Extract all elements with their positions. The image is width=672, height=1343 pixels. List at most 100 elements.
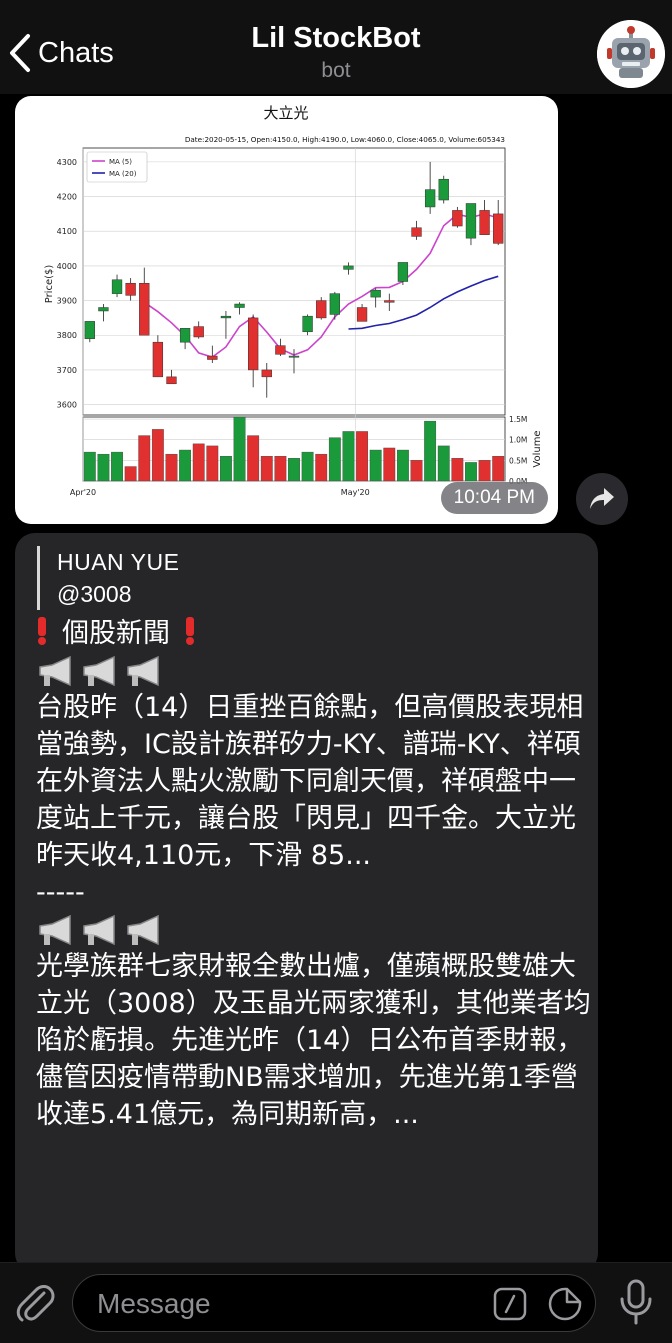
volume-bar (451, 458, 464, 482)
news-paragraph-2: 光學族群七家財報全數出爐，僅蘋概股雙雄大立光（3008）及玉晶光兩家獲利，其他業… (36, 951, 591, 1130)
date-tick-label: May'20 (341, 488, 370, 497)
candle-body (384, 300, 395, 303)
candle-body (329, 293, 340, 315)
volume-bar (301, 451, 314, 482)
candle-body (370, 289, 381, 298)
candle-body (84, 321, 95, 339)
megaphone-icon (39, 655, 71, 686)
candle-body (220, 315, 232, 319)
megaphone-row (36, 655, 162, 689)
candle-body (193, 326, 204, 338)
price-tick-label: 4300 (57, 158, 77, 167)
volume-bar (111, 451, 123, 482)
microphone-icon (620, 1279, 652, 1325)
volume-bar (492, 456, 505, 482)
price-axis-label: Price($) (44, 265, 55, 304)
share-button[interactable] (576, 473, 628, 525)
news-header-text: 個股新聞 (62, 618, 170, 649)
volume-bar (328, 437, 341, 482)
forward-handle: @3008 (57, 581, 132, 607)
volume-bar (288, 458, 300, 482)
candle-body (316, 300, 327, 319)
microphone-button[interactable] (616, 1277, 656, 1327)
message-list[interactable]: 大立光 Date:2020-05-15, Open:4150.0, High:41… (0, 94, 672, 1262)
message-input-container (72, 1274, 596, 1332)
exclamation-icon (38, 617, 46, 645)
robot-avatar-icon (597, 20, 665, 88)
price-tick-label: 3800 (57, 331, 77, 340)
legend-ma20-label: MA (20) (109, 170, 137, 178)
volume-bar (356, 431, 368, 482)
candle-body (125, 282, 136, 296)
chart-image-message[interactable]: 大立光 Date:2020-05-15, Open:4150.0, High:41… (15, 96, 558, 524)
news-header-line: 個股新聞 (36, 615, 591, 652)
megaphone-icon (127, 914, 159, 945)
chart-title: 大立光 (263, 104, 308, 122)
message-time: 10:04 PM (440, 482, 548, 514)
volume-bar (410, 460, 423, 482)
volume-axis-label: Volume (532, 430, 543, 467)
forward-header[interactable]: HUAN YUE @3008 (37, 546, 179, 610)
volume-bar (206, 445, 219, 482)
megaphone-icon (83, 914, 115, 945)
candle-body (275, 345, 286, 355)
message-input[interactable] (95, 1275, 479, 1332)
megaphone-icon (127, 655, 159, 686)
volume-tick-label: 0.5M (509, 456, 527, 465)
megaphone-icon (39, 914, 71, 945)
forward-author: HUAN YUE (57, 549, 180, 575)
volume-bar (260, 456, 273, 482)
volume-bar (165, 453, 178, 482)
sticker-icon[interactable] (547, 1286, 583, 1322)
candle-body (179, 328, 191, 343)
candle-body (411, 227, 422, 237)
volume-bar (315, 453, 328, 482)
volume-bar (396, 449, 409, 482)
price-tick-label: 3600 (57, 401, 77, 410)
volume-bar (83, 451, 96, 482)
volume-tick-label: 1.5M (509, 415, 527, 424)
candle-body (98, 307, 109, 312)
candle-body (288, 355, 300, 358)
date-tick-label: Apr'20 (70, 488, 96, 497)
volume-bar (437, 445, 450, 482)
avatar[interactable] (597, 20, 665, 88)
candle-body (479, 210, 490, 235)
price-tick-label: 4200 (57, 193, 77, 202)
chat-title: Lil StockBot (251, 22, 421, 54)
chat-title-area[interactable]: Lil StockBot bot (0, 22, 672, 83)
message-body: 個股新聞 台股昨（14）日重挫百餘點，但高價股表現相當強勢，IC設計族群矽力-K… (36, 615, 591, 1133)
candle-body (261, 369, 272, 378)
volume-bar (342, 431, 355, 482)
megaphone-icon (83, 655, 115, 686)
volume-bar (151, 429, 164, 482)
candle-body (452, 210, 463, 227)
candle-body (139, 282, 150, 336)
price-tick-label: 3700 (57, 366, 77, 375)
candlestick-chart: 大立光 Date:2020-05-15, Open:4150.0, High:41… (44, 104, 543, 497)
chat-header: Chats Lil StockBot bot (0, 0, 672, 95)
volume-bar (424, 420, 437, 482)
divider-text: ----- (36, 877, 85, 908)
candle-body (397, 262, 409, 282)
forwarded-message[interactable]: HUAN YUE @3008 個股新聞 台股昨（14）日重挫百餘點，但高價股表現… (15, 533, 598, 1262)
attach-button[interactable] (14, 1281, 56, 1325)
volume-bar (274, 456, 287, 482)
candle-body (465, 203, 477, 239)
chart-subtitle: Date:2020-05-15, Open:4150.0, High:4190.… (185, 135, 505, 144)
candle-body (166, 376, 177, 385)
volume-bar (383, 447, 396, 482)
volume-bar (179, 449, 192, 482)
candle-body (111, 279, 123, 294)
candle-body (302, 315, 313, 333)
candle-body (248, 317, 259, 371)
volume-bar (369, 449, 382, 482)
news-paragraph-1: 台股昨（14）日重挫百餘點，但高價股表現相當強勢，IC設計族群矽力-KY、譜瑞-… (36, 692, 584, 871)
volume-tick-label: 1.0M (509, 436, 527, 445)
exclamation-icon (186, 617, 194, 645)
slash-command-icon[interactable] (493, 1287, 527, 1321)
price-tick-label: 4100 (57, 227, 77, 236)
candle-body (438, 178, 449, 201)
megaphone-row (36, 914, 162, 948)
candle-body (207, 355, 218, 360)
